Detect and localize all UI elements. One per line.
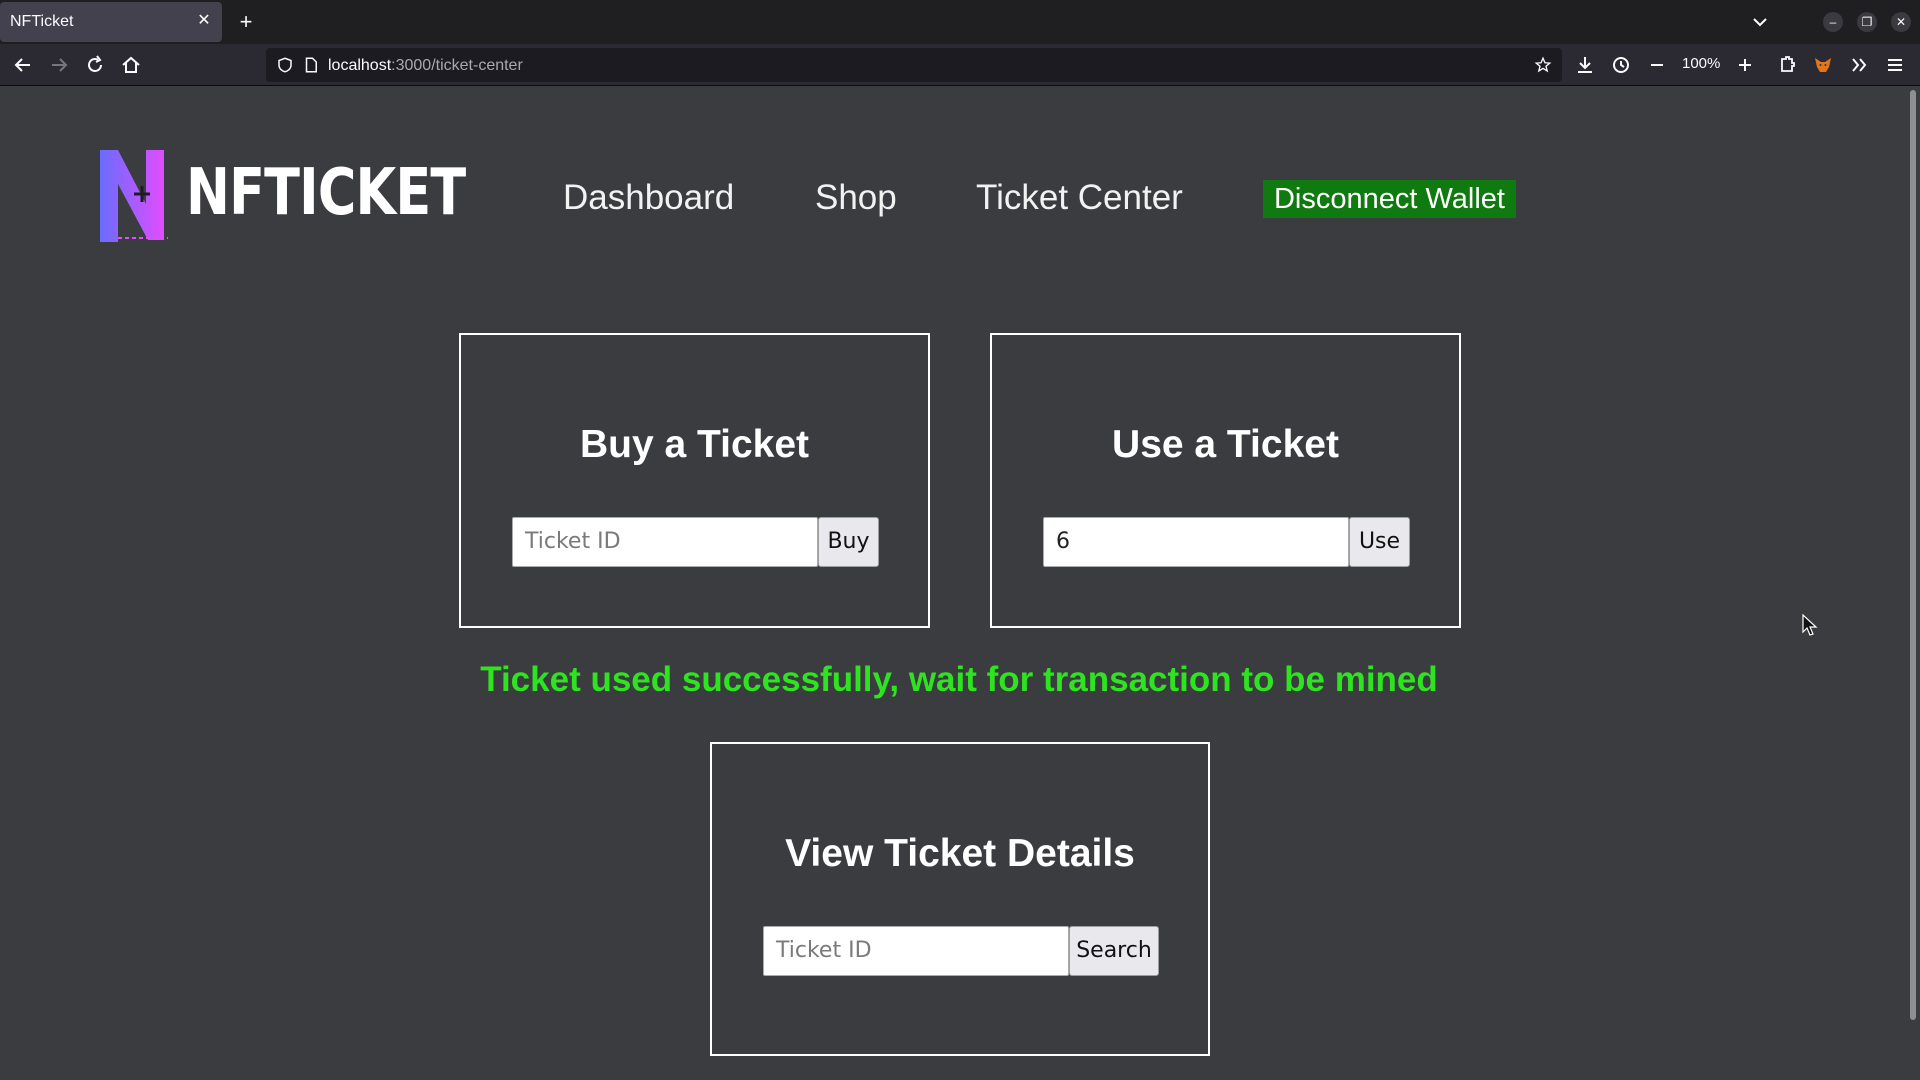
nav-link-shop[interactable]: Shop xyxy=(815,178,897,218)
minimize-icon[interactable]: – xyxy=(1823,12,1843,32)
page-scrollbar[interactable] xyxy=(1910,90,1916,1020)
logo-wordmark: NFTICKET xyxy=(186,156,466,230)
url-bar[interactable]: localhost:3000/ticket-center xyxy=(266,48,1562,82)
nfticket-logo[interactable]: NFTICKET xyxy=(98,148,466,244)
nav-link-dashboard[interactable]: Dashboard xyxy=(563,178,734,218)
logo-n-mark xyxy=(100,150,168,242)
restore-icon[interactable]: ❐ xyxy=(1857,12,1877,32)
browser-tab[interactable]: NFTicket ✕ xyxy=(0,2,222,42)
nav-link-ticket-center[interactable]: Ticket Center xyxy=(976,178,1183,218)
zoom-out-icon[interactable] xyxy=(1645,53,1669,77)
url-host: localhost xyxy=(328,57,392,74)
browser-tab-strip: NFTicket ✕ + – ❐ ✕ xyxy=(0,0,1920,44)
view-ticket-details-card: View Ticket Details Ticket ID Search xyxy=(710,742,1210,1056)
buy-button[interactable]: Buy xyxy=(818,517,879,567)
use-button[interactable]: Use xyxy=(1349,517,1410,567)
status-message: Ticket used successfully, wait for trans… xyxy=(480,660,1438,699)
tab-close-icon[interactable]: ✕ xyxy=(194,11,214,31)
overflow-chevrons-icon[interactable] xyxy=(1847,53,1871,77)
shield-icon[interactable] xyxy=(276,56,294,74)
disconnect-wallet-button[interactable]: Disconnect Wallet xyxy=(1263,180,1516,218)
use-ticket-card: Use a Ticket 6 Use xyxy=(990,333,1461,628)
new-tab-icon[interactable]: + xyxy=(234,10,258,34)
view-ticket-id-input[interactable]: Ticket ID xyxy=(763,926,1069,976)
use-ticket-title: Use a Ticket xyxy=(1112,423,1339,466)
tab-title: NFTicket xyxy=(10,13,74,30)
buy-ticket-title: Buy a Ticket xyxy=(579,423,810,466)
url-text[interactable]: localhost:3000/ticket-center xyxy=(328,57,523,75)
metamask-fox-icon[interactable] xyxy=(1811,53,1835,77)
mouse-cursor-icon xyxy=(1802,614,1818,636)
extensions-icon[interactable] xyxy=(1775,53,1799,77)
forward-arrow-icon[interactable] xyxy=(47,53,71,77)
url-path: :3000/ticket-center xyxy=(391,57,523,74)
use-ticket-id-input[interactable]: 6 xyxy=(1043,517,1349,567)
buy-ticket-id-input[interactable]: Ticket ID xyxy=(512,517,818,567)
zoom-in-icon[interactable] xyxy=(1733,53,1757,77)
buy-ticket-card: Buy a Ticket Ticket ID Buy xyxy=(459,333,930,628)
close-window-icon[interactable]: ✕ xyxy=(1891,12,1911,32)
download-icon[interactable] xyxy=(1573,53,1597,77)
home-icon[interactable] xyxy=(119,53,143,77)
zoom-level[interactable]: 100% xyxy=(1682,55,1720,72)
search-button[interactable]: Search xyxy=(1069,926,1159,976)
chevron-down-icon[interactable] xyxy=(1748,10,1772,34)
hamburger-menu-icon[interactable] xyxy=(1883,53,1907,77)
browser-toolbar: localhost:3000/ticket-center 100% xyxy=(0,44,1920,86)
bookmark-star-icon[interactable] xyxy=(1534,56,1552,74)
reload-icon[interactable] xyxy=(83,53,107,77)
back-arrow-icon[interactable] xyxy=(11,53,35,77)
history-icon[interactable] xyxy=(1609,53,1633,77)
page-info-icon[interactable] xyxy=(302,56,320,74)
view-ticket-details-title: View Ticket Details xyxy=(785,832,1135,875)
